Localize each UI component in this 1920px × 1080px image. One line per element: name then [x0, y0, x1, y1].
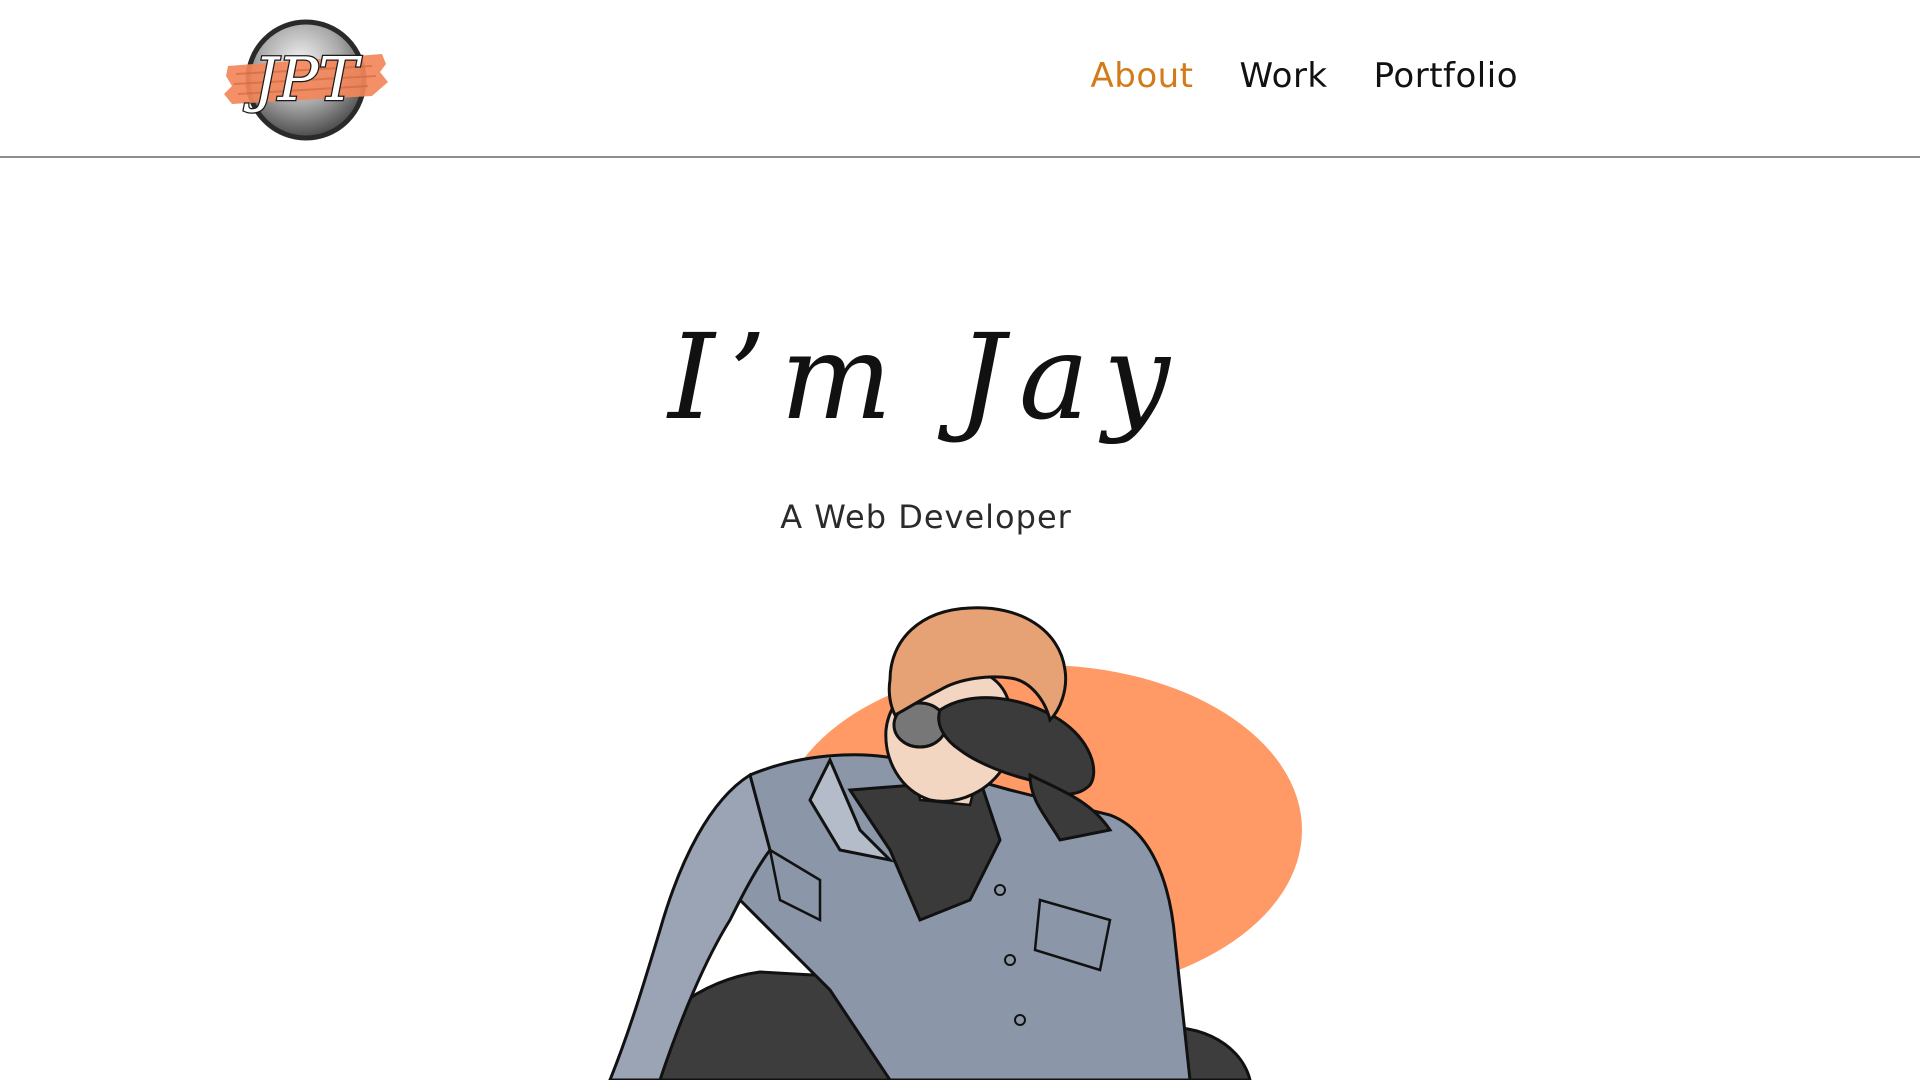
site-header: JPT About Work Portfolio — [0, 0, 1920, 158]
logo-text: JPT — [243, 45, 362, 115]
main-nav: About Work Portfolio — [1090, 56, 1518, 96]
nav-link-portfolio[interactable]: Portfolio — [1374, 56, 1518, 96]
logo-graphic: JPT — [224, 19, 388, 141]
nav-link-about[interactable]: About — [1090, 56, 1193, 96]
page: JPT About Work Portfolio I’m Jay A Web D… — [0, 0, 1920, 1080]
logo[interactable]: JPT — [222, 14, 394, 146]
hero-title: I’m Jay — [668, 308, 1184, 446]
hero-subtitle: A Web Developer — [780, 498, 1072, 536]
hero-illustration — [590, 600, 1310, 1080]
nav-link-work[interactable]: Work — [1240, 56, 1328, 96]
avatar-illustration — [608, 606, 1302, 1080]
